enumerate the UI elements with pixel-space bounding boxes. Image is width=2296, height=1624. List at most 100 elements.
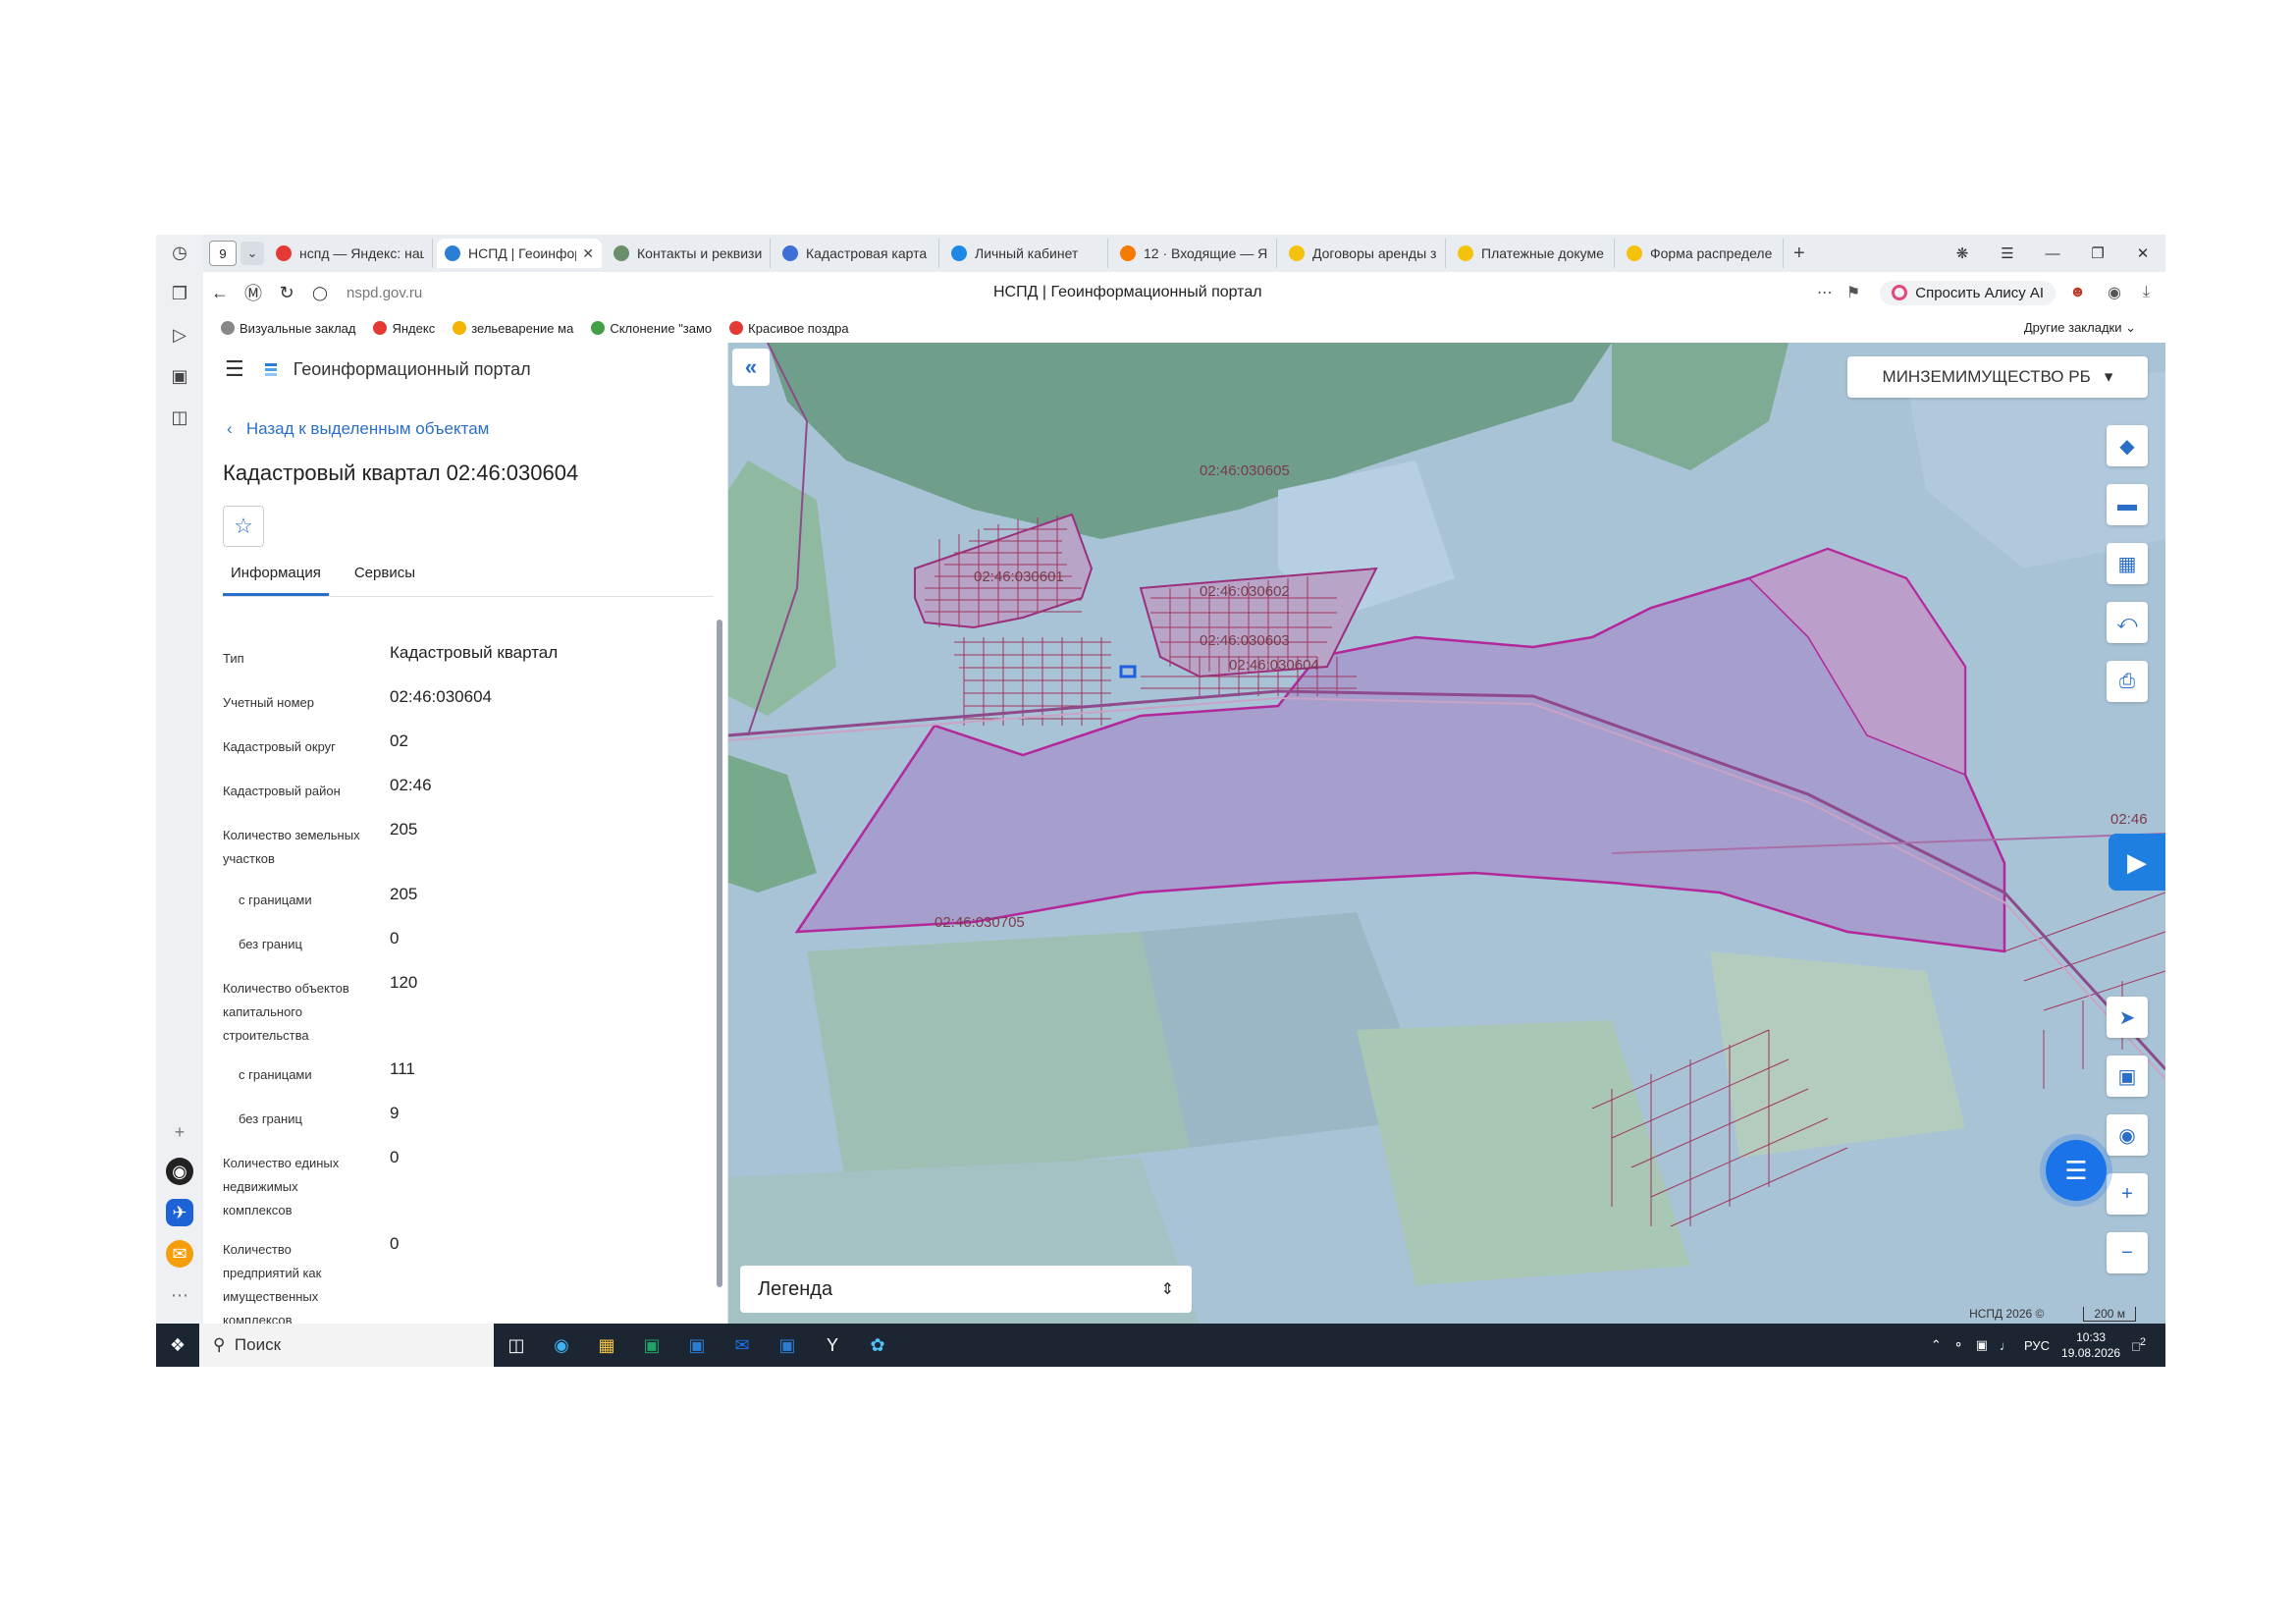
messenger-icon[interactable]: ✈ (166, 1199, 193, 1226)
field-value: 02:46:030604 (390, 687, 492, 706)
restore-icon[interactable]: ❐ (2075, 244, 2120, 262)
other-bookmarks[interactable]: Другие закладки ⌄ (2024, 320, 2136, 336)
org-selector[interactable]: МИНЗЕМИМУЩЕСТВО РБ ▾ (1847, 356, 2148, 398)
more-actions-icon[interactable]: ⋯ (1817, 283, 1833, 302)
system-tray: ⌃ ⚬ ▣ ♩ РУС 10:33 19.08.2026 □2 (1931, 1324, 2146, 1367)
field-value: 0 (390, 929, 400, 947)
browser-tab[interactable]: Кадастровая карта (774, 239, 939, 268)
back-to-selected-link[interactable]: ‹ Назад к выделенным объектам (227, 419, 489, 439)
yandex-home-icon[interactable]: Ⓜ (237, 280, 270, 305)
close-window-icon[interactable]: ✕ (2120, 244, 2165, 262)
url-field[interactable]: nspd.gov.ru (347, 285, 422, 301)
scrollbar-thumb[interactable] (717, 620, 722, 1287)
map-attribution: НСПД 2026 © 200 м (1969, 1307, 2136, 1322)
bookmark-item[interactable]: зельеварение ма (453, 321, 573, 336)
close-tab-icon[interactable]: ✕ (582, 245, 594, 262)
mail-icon[interactable]: ✉ (166, 1240, 193, 1268)
browser-tab[interactable]: Договоры аренды з (1281, 239, 1446, 268)
file-explorer-icon[interactable]: ▦ (584, 1324, 629, 1367)
map-canvas[interactable] (728, 343, 2165, 1324)
ask-alice-button[interactable]: Спросить Алису AI (1880, 280, 2056, 305)
bookmark-favicon-icon (591, 321, 606, 335)
collections-icon[interactable]: ❐ (166, 280, 193, 307)
browser-tab[interactable]: Форма распределе (1619, 239, 1784, 268)
network-icon[interactable]: ▣ (1976, 1337, 1988, 1353)
volume-icon[interactable]: ♩ (2000, 1338, 2012, 1353)
edge-icon[interactable]: ◉ (539, 1324, 584, 1367)
yandex-browser-icon[interactable]: Y (810, 1324, 855, 1367)
task-view-icon[interactable]: ◫ (494, 1324, 539, 1367)
cabinet-icon (951, 245, 967, 261)
menu-icon[interactable]: ☰ (1985, 244, 2030, 262)
bookmark-item[interactable]: Склонение "замо (591, 321, 712, 336)
tabs-counter-icon[interactable]: ▣ (166, 362, 193, 390)
word-icon[interactable]: ▣ (674, 1324, 720, 1367)
bookmark-item[interactable]: Визуальные заклад (221, 321, 355, 336)
back-icon[interactable]: ← (203, 283, 237, 303)
map-view[interactable]: 02:46:030605 02:46:030601 02:46:030602 0… (728, 343, 2165, 1324)
browser-tab[interactable]: нспд — Яндекс: наш (268, 239, 433, 268)
layers-button[interactable]: ◆ (2107, 425, 2148, 466)
taskbar-search[interactable]: ⚲ Поиск (199, 1324, 494, 1367)
excel-icon[interactable]: ▣ (629, 1324, 674, 1367)
alice-icon[interactable]: ◉ (166, 1158, 193, 1185)
ruler-button[interactable]: ▬ (2107, 484, 2148, 525)
shield-icon[interactable]: ◯ (303, 285, 337, 301)
tab-list-chevron-icon[interactable]: ⌄ (240, 242, 264, 265)
tray-chevron-icon[interactable]: ⌃ (1931, 1337, 1942, 1353)
geolocation-button[interactable]: ➤ (2107, 997, 2148, 1038)
new-tab-icon[interactable]: + (1793, 243, 1805, 265)
app-icon[interactable]: ✿ (855, 1324, 900, 1367)
microphone-icon[interactable]: ⚬ (1953, 1337, 1964, 1353)
legend-selector[interactable]: Легенда ⇕ (740, 1266, 1192, 1313)
browser-tab[interactable]: Личный кабинет (943, 239, 1108, 268)
field-label: с границами (239, 1063, 312, 1087)
bookmark-item[interactable]: Красивое поздра (729, 321, 849, 336)
scale-bar: 200 м (2083, 1307, 2136, 1322)
favorite-star-button[interactable]: ☆ (223, 506, 264, 547)
bookmarks-bar: Визуальные заклад Яндекс зельеварение ма Ск… (203, 313, 2165, 344)
zoom-in-button[interactable]: + (2107, 1173, 2148, 1215)
field-label-line: с границами (239, 1067, 312, 1082)
chat-button[interactable]: ☰ (2046, 1140, 2107, 1201)
print-button[interactable]: ⎙ (2107, 661, 2148, 702)
hamburger-menu-icon[interactable]: ☰ (225, 356, 244, 382)
tab-services[interactable]: Сервисы (347, 565, 423, 596)
language-indicator[interactable]: РУС (2024, 1338, 2050, 1353)
more-icon[interactable]: ⋯ (166, 1281, 193, 1309)
outlook-icon[interactable]: ✉ (720, 1324, 765, 1367)
play-icon[interactable]: ▷ (166, 321, 193, 349)
profile-avatar-icon[interactable]: ☻ (2069, 284, 2086, 301)
reload-icon[interactable]: ↻ (270, 283, 303, 303)
gosuslugi-feedback-icon[interactable]: ▶ (2109, 834, 2165, 891)
download-icon[interactable]: ⤓ (2143, 284, 2150, 301)
minimize-icon[interactable]: — (2030, 245, 2075, 262)
tab-information[interactable]: Информация (223, 565, 329, 596)
browser-tab[interactable]: Платежные докуме (1450, 239, 1615, 268)
add-icon[interactable]: + (166, 1118, 193, 1146)
field-label: Количество единых недвижимых комплексов (223, 1152, 339, 1222)
minimap-button[interactable]: ▣ (2107, 1056, 2148, 1097)
bookmark-item[interactable]: Яндекс (373, 321, 435, 336)
history-icon[interactable]: ◷ (166, 239, 193, 266)
area-select-button[interactable]: ▦ (2107, 543, 2148, 584)
extensions-icon[interactable]: ❋ (1940, 244, 1985, 262)
browser-tab[interactable]: Контакты и реквизи (606, 239, 771, 268)
browser-tab[interactable]: НСПД | Геоинформ✕ (437, 239, 602, 268)
field-label-line: участков (223, 851, 275, 866)
windows-start-icon[interactable]: ❖ (156, 1324, 199, 1367)
browser-tab[interactable]: 12 · Входящие — Ян (1112, 239, 1277, 268)
screenshot-icon[interactable]: ◫ (166, 404, 193, 431)
clock[interactable]: 10:33 19.08.2026 (2061, 1329, 2120, 1361)
collapse-panel-button[interactable]: « (732, 349, 770, 386)
zoom-out-button[interactable]: − (2107, 1232, 2148, 1273)
app-icon[interactable]: ▣ (765, 1324, 810, 1367)
search-place-button[interactable]: ◉ (2107, 1114, 2148, 1156)
panel-scrollbar[interactable] (716, 606, 723, 1313)
share-button[interactable]: ⤺ (2107, 602, 2148, 643)
tab-count[interactable]: 9 (209, 241, 237, 266)
bookmark-icon[interactable]: ⚑ (1846, 283, 1860, 302)
selected-object[interactable] (1119, 665, 1137, 678)
protect-icon[interactable]: ◉ (2108, 283, 2121, 302)
notifications-icon[interactable]: □2 (2132, 1336, 2146, 1353)
